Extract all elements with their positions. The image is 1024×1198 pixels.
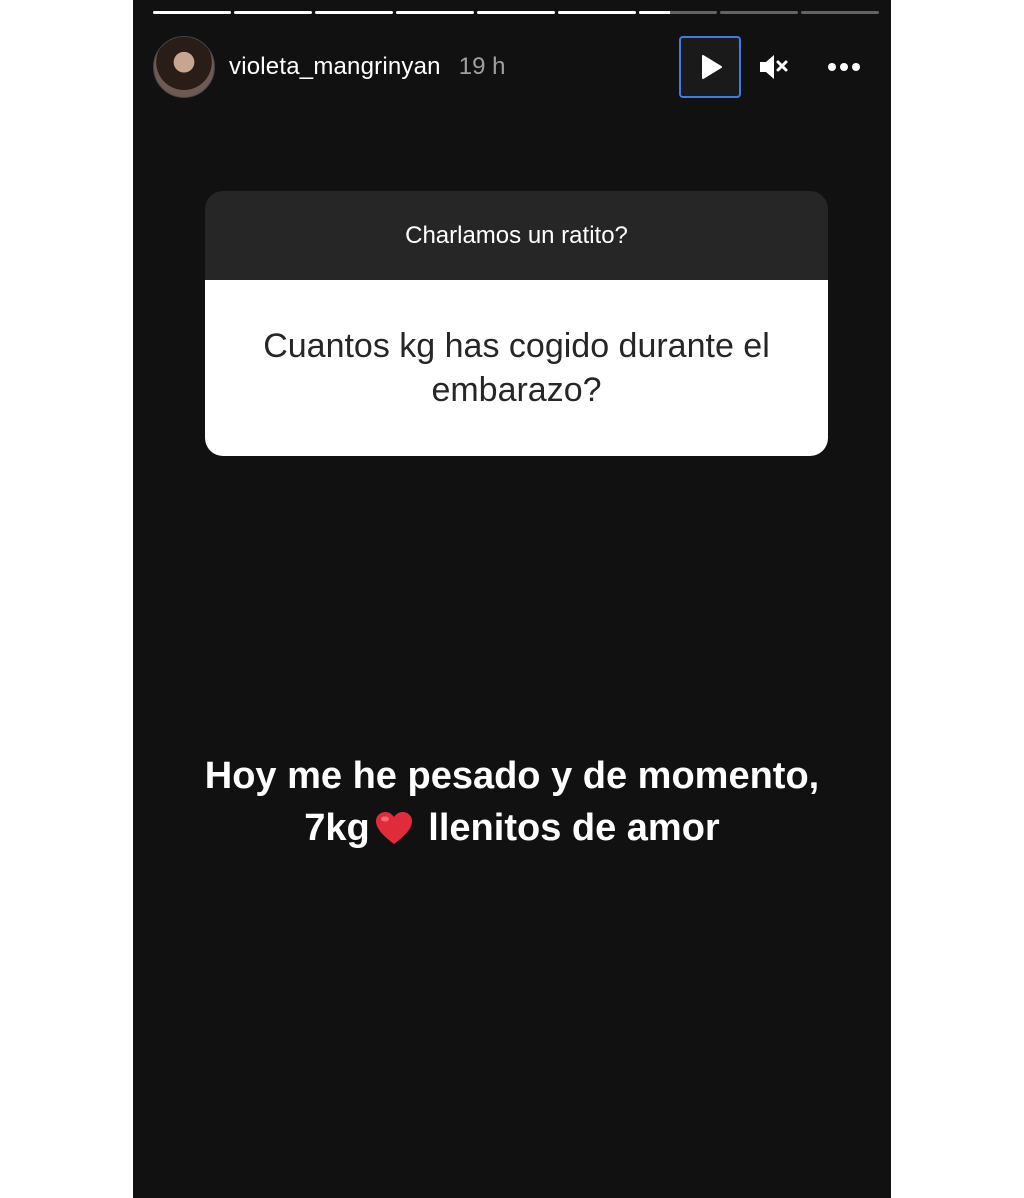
- post-time: 19 h: [458, 53, 506, 80]
- play-icon: [702, 55, 722, 79]
- progress-segment: [801, 11, 879, 14]
- progress-segment: [639, 11, 717, 14]
- question-text: Cuantos kg has cogido durante el embaraz…: [205, 280, 828, 456]
- avatar[interactable]: [153, 36, 215, 98]
- progress-segment: [396, 11, 474, 14]
- muted-speaker-icon: [760, 55, 788, 79]
- question-sticker[interactable]: Charlamos un ratito? Cuantos kg has cogi…: [205, 191, 828, 456]
- answer-caption: Hoy me he pesado y de momento, 7kg lleni…: [133, 750, 891, 854]
- play-button[interactable]: [679, 36, 741, 98]
- username[interactable]: violeta_mangrinyan: [229, 53, 441, 81]
- progress-segment: [477, 11, 555, 14]
- story-viewer[interactable]: violeta_mangrinyan 19 h Charlamos un rat…: [133, 0, 891, 1198]
- progress-segment: [153, 11, 231, 14]
- mute-button[interactable]: [747, 40, 801, 94]
- answer-line-2: 7kg llenitos de amor: [133, 802, 891, 854]
- progress-segment: [315, 11, 393, 14]
- progress-segment: [558, 11, 636, 14]
- more-horizontal-icon: [828, 63, 860, 71]
- progress-segment: [720, 11, 798, 14]
- story-header: violeta_mangrinyan 19 h: [153, 36, 871, 98]
- more-options-button[interactable]: [817, 40, 871, 94]
- page: violeta_mangrinyan 19 h Charlamos un rat…: [0, 0, 1024, 1198]
- story-progress-bar: [153, 11, 879, 14]
- answer-rest: llenitos de amor: [417, 807, 720, 849]
- question-sticker-title: Charlamos un ratito?: [205, 191, 828, 280]
- answer-line-1: Hoy me he pesado y de momento,: [204, 755, 820, 797]
- answer-weight: 7kg: [304, 807, 370, 849]
- red-heart-icon: [375, 812, 412, 844]
- progress-segment: [234, 11, 312, 14]
